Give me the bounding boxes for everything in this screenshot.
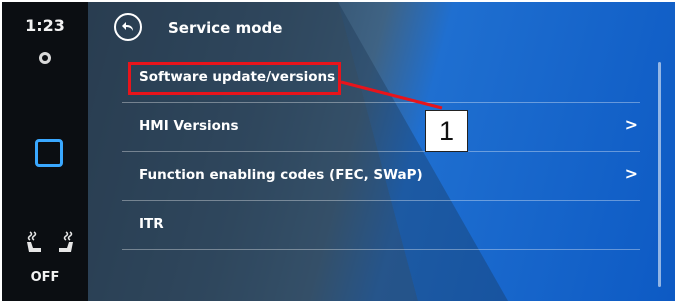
chevron-right-icon: >: [624, 115, 638, 134]
seat-heater-left-icon[interactable]: [24, 230, 44, 254]
back-arrow-icon: [122, 22, 133, 31]
screenshot-frame: 1:23 OFF Service mode Software update/ve…: [2, 2, 675, 301]
menu-item-itr[interactable]: ITR: [122, 201, 640, 250]
menu-item-hmi-versions[interactable]: HMI Versions >: [122, 103, 640, 152]
scrollbar[interactable]: [658, 62, 661, 287]
annotation-highlight-box: [128, 62, 341, 95]
page-title: Service mode: [168, 19, 283, 37]
seat-heater-right-icon[interactable]: [56, 230, 76, 254]
menu-item-function-enabling-codes[interactable]: Function enabling codes (FEC, SWaP) >: [122, 152, 640, 201]
menu-item-label: Function enabling codes (FEC, SWaP): [139, 167, 423, 183]
home-square-icon[interactable]: [35, 139, 63, 167]
seat-heater-status: OFF: [30, 270, 60, 285]
main-screen: Service mode Software update/versions HM…: [88, 2, 675, 301]
annotation-callout-number: 1: [425, 110, 468, 152]
status-indicator-icon: [39, 52, 51, 64]
title-bar: Service mode: [88, 2, 675, 56]
back-button[interactable]: [114, 13, 142, 41]
clock-time: 1:23: [25, 16, 65, 35]
chevron-right-icon: >: [624, 164, 638, 183]
menu-item-label: HMI Versions: [139, 118, 239, 134]
menu-item-label: ITR: [139, 216, 164, 232]
status-rail: 1:23 OFF: [2, 2, 88, 301]
